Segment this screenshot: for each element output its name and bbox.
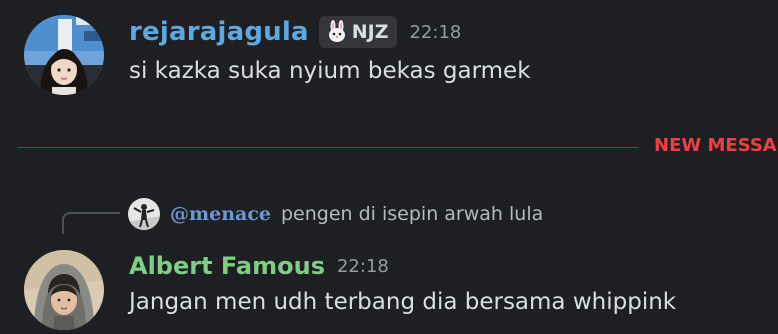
message-header: rejarajagula NJZ 22:18	[129, 14, 461, 50]
username[interactable]: rejarajagula	[129, 17, 309, 47]
timestamp[interactable]: 22:18	[409, 22, 461, 43]
bunny-icon	[328, 20, 345, 42]
guild-tag-badge[interactable]: NJZ	[318, 16, 398, 48]
message-item[interactable]: rejarajagula NJZ 22:18 si kazka suka nyi…	[0, 0, 778, 120]
username[interactable]: Albert Famous	[129, 252, 325, 280]
message-content: si kazka suka nyium bekas garmek	[129, 58, 531, 84]
message-header: Albert Famous 22:18	[129, 250, 389, 282]
reply-avatar[interactable]	[128, 198, 160, 230]
user-avatar[interactable]	[24, 250, 104, 330]
new-messages-divider	[18, 147, 638, 148]
reply-preview[interactable]: @menace pengen di isepin arwah lula	[128, 198, 543, 230]
reply-content[interactable]: pengen di isepin arwah lula	[281, 203, 543, 225]
timestamp[interactable]: 22:18	[337, 256, 389, 277]
reply-author[interactable]: @menace	[170, 203, 271, 225]
guild-tag-label: NJZ	[351, 21, 389, 43]
chat-messages-area: rejarajagula NJZ 22:18 si kazka suka nyi…	[0, 0, 778, 334]
user-avatar[interactable]	[24, 15, 104, 95]
message-content: Jangan men udh terbang dia bersama whipp…	[129, 289, 677, 315]
reply-spine	[62, 212, 120, 234]
new-messages-label[interactable]: NEW MESSA	[654, 135, 777, 156]
